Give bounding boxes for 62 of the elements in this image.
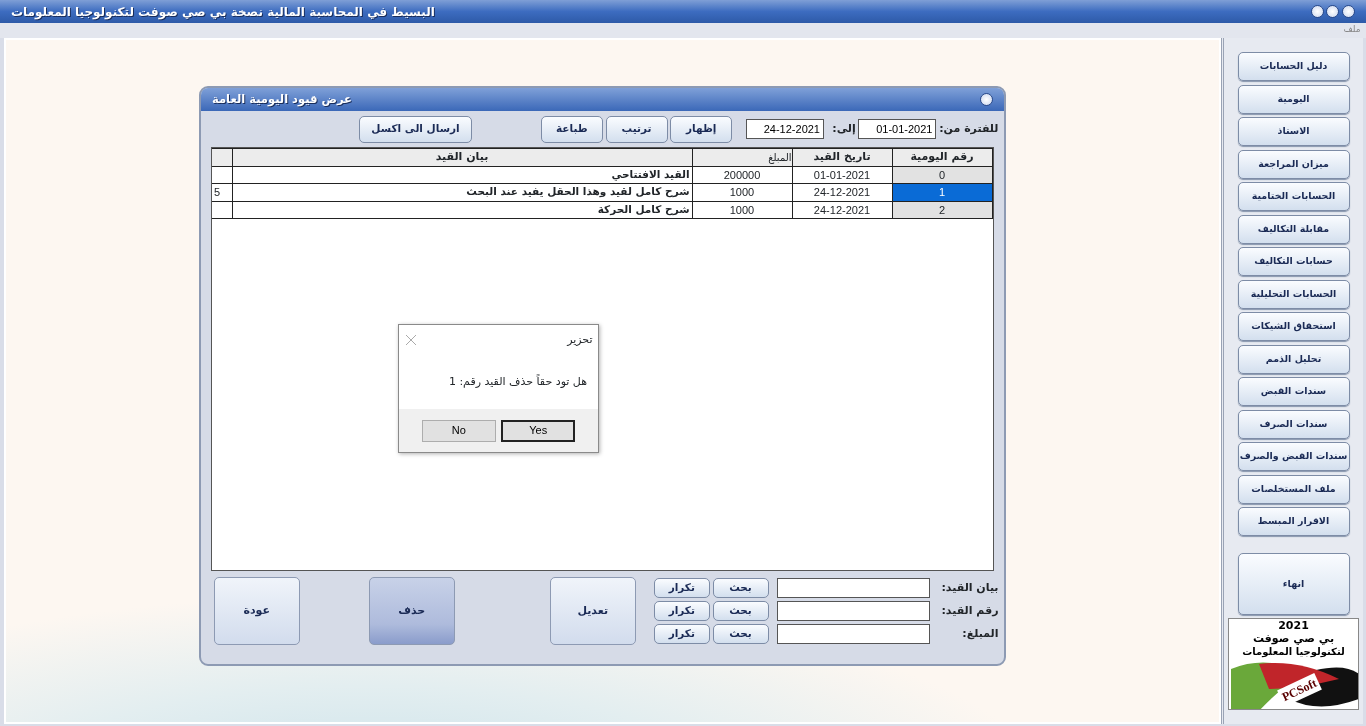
toolbar-button[interactable]: طباعة (540, 115, 603, 143)
table-cell: 01-01-2021 (792, 166, 892, 184)
search-label: المبلغ: (961, 625, 999, 642)
search-field[interactable] (776, 601, 930, 621)
period-label: للفترة من: (939, 120, 999, 137)
sidebar-button[interactable]: سندات القبض (1237, 377, 1350, 406)
repeat-button[interactable]: تكرار (653, 601, 710, 621)
action-button[interactable]: تعديل (549, 577, 636, 645)
sidebar-button[interactable]: تحليل الذمم (1237, 344, 1350, 374)
sidebar-button[interactable]: دليل الحسابات (1237, 52, 1350, 81)
dialog-button[interactable]: No (421, 419, 496, 442)
sidebar-button[interactable]: سندات الصرف (1237, 409, 1350, 439)
toolbar-button[interactable]: ترتيب (605, 115, 668, 143)
search-button[interactable]: بحث (712, 578, 769, 599)
message-title: تحزير (567, 331, 593, 348)
from-date-field[interactable]: 01-01-2021 (858, 119, 937, 139)
sidebar-button[interactable]: ملف المستخلصات (1237, 474, 1350, 504)
sidebar-button[interactable]: الاستاذ (1237, 117, 1350, 146)
column-header: المبلغ (692, 148, 792, 166)
table-cell: 1000 (692, 183, 792, 201)
column-header: رقم اليومية (892, 148, 992, 166)
logo-text: بي صي صوفت (1251, 631, 1336, 645)
action-button[interactable]: حذف (368, 577, 455, 645)
exit-button[interactable]: انهاء (1237, 553, 1350, 615)
search-button[interactable]: بحث (712, 623, 769, 644)
sidebar-button[interactable]: حسابات التكاليف (1237, 247, 1350, 276)
sidebar-button[interactable]: الحسابات التحليلية (1237, 279, 1350, 309)
action-button[interactable]: عودة (213, 577, 300, 645)
sidebar-button[interactable]: مقابلة التكاليف (1237, 214, 1350, 244)
sidebar-button[interactable]: الاقرار المبسط (1237, 507, 1350, 536)
window-title: البسيط في المحاسبة المالية نصخة بي صي صوفت لتكنولوجيا المعلومات (11, 3, 435, 21)
sidebar-button[interactable]: ميزان المراجعة (1237, 149, 1350, 179)
search-label: بيان القيد: (940, 580, 999, 596)
search-label: رقم القيد: (940, 602, 999, 619)
to-date-field[interactable]: 24-12-2021 (746, 119, 824, 139)
table-cell: 1000 (692, 201, 792, 219)
table-cell: 24-12-2021 (792, 201, 892, 219)
sidebar-button[interactable]: سندات القبض والصرف (1237, 442, 1350, 471)
logo-year: 2021 (1277, 618, 1310, 632)
repeat-button[interactable]: تكرار (653, 578, 710, 599)
table-cell: شرح كامل لقيد وهذا الحقل يفيد عند البحث (232, 183, 692, 201)
search-button[interactable]: بحث (712, 601, 769, 621)
sidebar-button[interactable]: اليومية (1237, 84, 1350, 114)
table-cell: شرح كامل الحركة (232, 201, 692, 219)
sidebar-button[interactable]: الحسابات الختامية (1237, 182, 1350, 211)
repeat-button[interactable]: تكرار (653, 623, 710, 644)
toolbar-button[interactable]: إظهار (670, 115, 733, 143)
table-cell: 5 (214, 186, 221, 198)
column-header: تاريخ القيد (792, 148, 892, 166)
search-field[interactable] (776, 578, 930, 599)
dialog-button[interactable]: Yes (501, 419, 576, 442)
message-text: هل تود حقاً حذف القيد رقم: 1 (448, 373, 587, 390)
dialog-title: عرض قيود اليومية العامة (212, 90, 352, 109)
sidebar-button[interactable]: استحقاق الشيكات (1237, 312, 1350, 341)
table-cell: 200000 (692, 166, 792, 184)
table-cell: 24-12-2021 (792, 183, 892, 201)
search-field[interactable] (776, 623, 930, 644)
column-header: بيان القيد (232, 148, 692, 166)
to-label: إلى: (832, 120, 856, 137)
export-button[interactable]: ارسال الى اكسل (359, 115, 472, 143)
logo-text: لتكنولوجيا المعلومات (1241, 645, 1346, 658)
table-cell: القيد الافتتاحي (232, 166, 692, 184)
